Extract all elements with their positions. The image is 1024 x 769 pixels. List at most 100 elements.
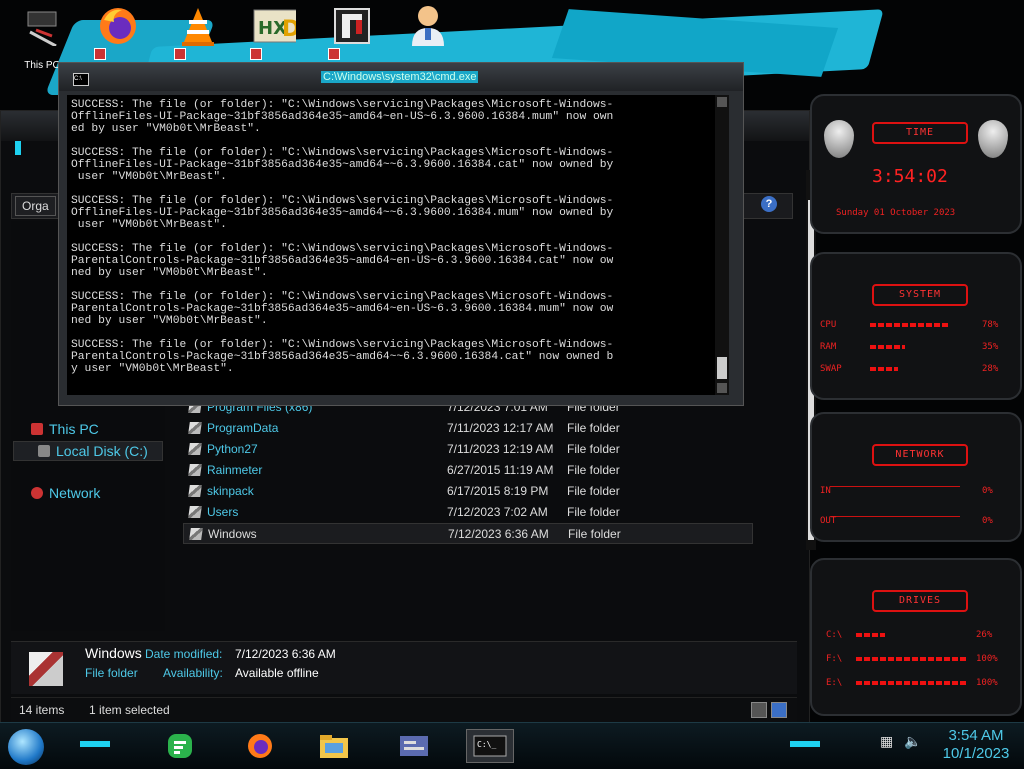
drive-row-bar	[856, 633, 885, 637]
drive-row-value: 100%	[976, 654, 998, 664]
network-gadget: NETWORK IN 0% OUT 0%	[810, 412, 1022, 542]
file-name: Python27	[207, 442, 258, 456]
nav-item-label: Network	[49, 485, 101, 501]
scrollbar-thumb[interactable]	[717, 357, 727, 379]
taskbar-cmd[interactable]: C:\_	[466, 729, 514, 763]
folder-icon	[188, 443, 202, 455]
details-date-value: 7/12/2023 6:36 AM	[235, 647, 336, 661]
cmd-icon: C:\_	[473, 735, 507, 757]
file-row[interactable]: Users 7/12/2023 7:02 AM File folder	[183, 502, 753, 523]
system-row-bar	[870, 367, 898, 371]
taskbar-control-panel[interactable]	[390, 729, 438, 763]
file-date: 6/17/2015 8:19 PM	[447, 484, 549, 498]
gadget-date: Sunday 01 October 2023	[836, 208, 956, 218]
svg-text:C:\_: C:\_	[477, 740, 496, 749]
clock-date: 10/1/2023	[942, 745, 1010, 762]
file-type: File folder	[567, 463, 620, 477]
system-row-label: SWAP	[820, 364, 842, 374]
file-type: File folder	[567, 421, 620, 435]
file-type: File folder	[567, 484, 620, 498]
network-in-label: IN	[820, 486, 831, 496]
scroll-down-arrow-icon[interactable]	[717, 383, 727, 393]
taskbar-file-explorer[interactable]	[310, 729, 358, 763]
details-pane: Windows Date modified: 7/12/2023 6:36 AM…	[11, 641, 797, 694]
desktop-icon-vlc[interactable]	[170, 4, 226, 64]
system-row-label: RAM	[820, 342, 837, 352]
control-panel-icon	[400, 736, 428, 756]
system-row-bar	[870, 323, 948, 327]
desktop-icon-user[interactable]	[400, 4, 456, 64]
taskbar-feedly[interactable]	[156, 729, 204, 763]
taskbar: C:\_ ▦ 🔈 3:54 AM 10/1/2023	[0, 722, 1024, 769]
nav-item-this-pc[interactable]: This PC	[31, 421, 99, 437]
clock-time: 3:54 AM	[948, 727, 1004, 744]
desktop-icon-this-pc[interactable]: This PC	[14, 4, 70, 71]
network-out-label: OUT	[820, 516, 837, 526]
file-row[interactable]: Rainmeter 6/27/2015 11:19 AM File folder	[183, 460, 753, 481]
drive-row-label: F:\	[826, 654, 843, 664]
hxd-icon: HX D	[252, 4, 296, 48]
scroll-up-arrow-icon[interactable]	[717, 97, 727, 107]
drive-row-label: C:\	[826, 630, 843, 640]
file-type: File folder	[568, 527, 621, 541]
console-output[interactable]: SUCCESS: The file (or folder): "C:\Windo…	[67, 95, 715, 395]
gadget-title: DRIVES	[872, 590, 968, 612]
app-shortcut-icon	[330, 4, 374, 48]
drive-row-bar	[856, 657, 966, 661]
drive-icon	[38, 445, 50, 457]
user-doctor-icon	[406, 4, 450, 48]
status-item-count: 14 items	[19, 703, 65, 717]
frame-accent	[15, 141, 21, 155]
file-row[interactable]: ProgramData 7/11/2023 12:17 AM File folder	[183, 418, 753, 439]
file-row[interactable]: skinpack 6/17/2015 8:19 PM File folder	[183, 481, 753, 502]
time-gadget: TIME 3:54:02 Sunday 01 October 2023	[810, 94, 1022, 234]
network-out-value: 0%	[982, 516, 993, 526]
nav-item-label: Local Disk (C:)	[56, 443, 148, 459]
taskbar-firefox[interactable]	[236, 729, 284, 763]
desktop-icon-hxd[interactable]: HX D	[246, 4, 302, 64]
system-row-bar	[870, 345, 905, 349]
folder-icon	[188, 485, 202, 497]
details-name: Windows	[85, 645, 142, 661]
desktop-icon-firefox[interactable]	[90, 4, 146, 64]
file-row[interactable]: Windows 7/12/2023 6:36 AM File folder	[183, 523, 753, 544]
file-explorer-icon	[320, 735, 348, 758]
cmd-icon[interactable]: C:\	[73, 73, 89, 86]
nav-item-network[interactable]: Network	[31, 485, 100, 501]
taskbar-accent	[790, 741, 820, 747]
file-date: 7/11/2023 12:19 AM	[447, 442, 554, 456]
start-button[interactable]	[8, 729, 44, 765]
network-in-graph	[830, 472, 960, 487]
organize-button[interactable]: Orga	[15, 196, 56, 216]
gadget-clock: 3:54:02	[872, 166, 948, 187]
folder-icon	[189, 528, 203, 540]
network-icon	[31, 487, 43, 499]
rainmeter-gadgets: TIME 3:54:02 Sunday 01 October 2023 SYST…	[800, 88, 1024, 720]
system-row-value: 35%	[982, 342, 999, 352]
status-bar: 14 items 1 item selected	[11, 697, 797, 722]
file-row[interactable]: Python27 7/11/2023 12:19 AM File folder	[183, 439, 753, 460]
file-name: Windows	[208, 527, 257, 541]
file-type: File folder	[567, 505, 620, 519]
cmd-titlebar[interactable]: C:\ C:\Windows\system32\cmd.exe	[59, 63, 743, 91]
network-tray-icon[interactable]: ▦	[880, 733, 893, 750]
alienware-logo-icon	[978, 120, 1008, 158]
computer-icon	[31, 423, 43, 435]
details-view-button[interactable]	[751, 702, 767, 718]
tiles-view-button[interactable]	[771, 702, 787, 718]
drive-row-value: 26%	[976, 630, 993, 640]
gadget-title: SYSTEM	[872, 284, 968, 306]
cmd-scrollbar[interactable]	[715, 95, 729, 395]
desktop-icon-app[interactable]	[324, 4, 380, 64]
drives-gadget: DRIVES C:\ 26% F:\ 100% E:\ 100%	[810, 558, 1022, 716]
help-button[interactable]: ?	[761, 196, 777, 212]
drive-row-value: 100%	[976, 678, 998, 688]
nav-item-local-disk[interactable]: Local Disk (C:)	[13, 441, 163, 461]
gadget-title: NETWORK	[872, 444, 968, 466]
details-availability-label: Availability:	[163, 666, 223, 680]
shortcut-arrow-icon	[94, 48, 106, 60]
taskbar-clock[interactable]: 3:54 AM 10/1/2023	[936, 727, 1016, 763]
drive-row-bar	[856, 681, 966, 685]
volume-tray-icon[interactable]: 🔈	[904, 733, 921, 750]
vlc-icon	[176, 4, 220, 48]
